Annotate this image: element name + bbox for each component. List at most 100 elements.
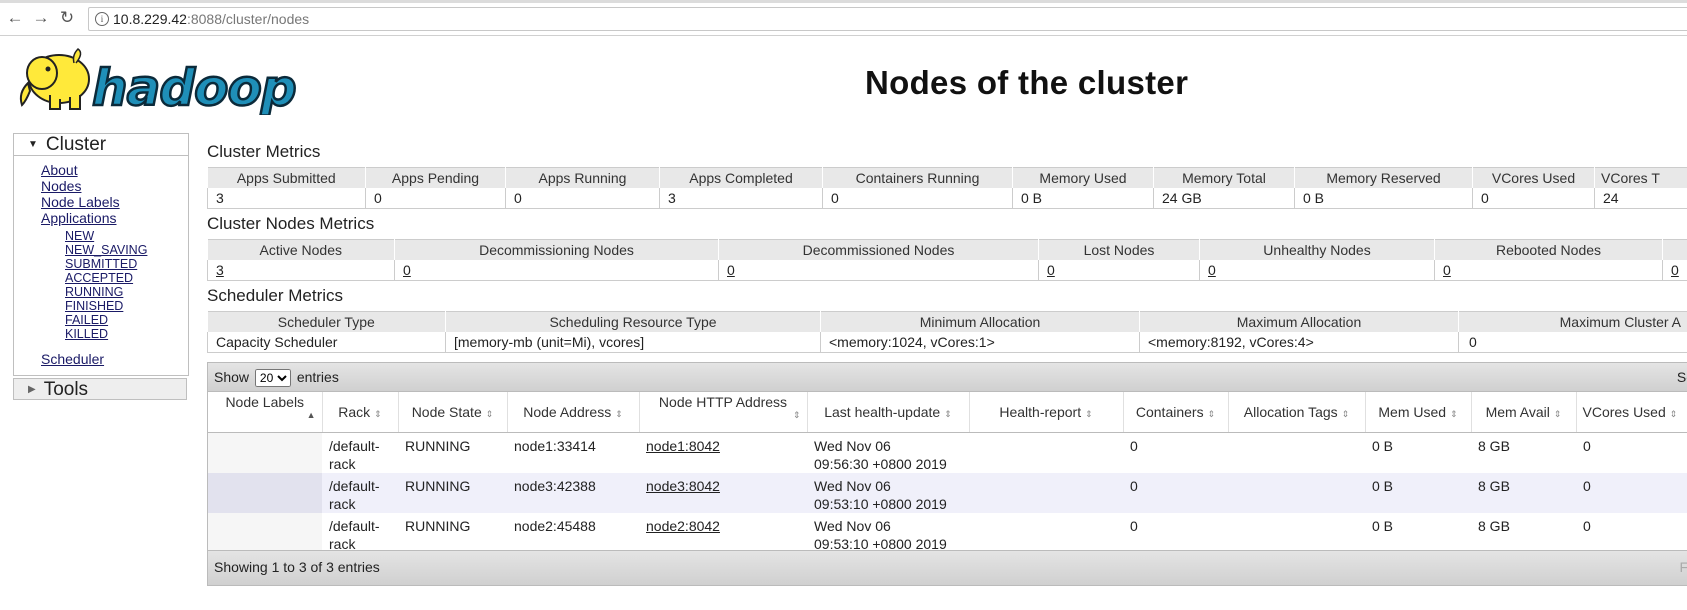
cell-health-report: [969, 473, 1123, 513]
table-info-bar: Showing 1 to 3 of 3 entries F: [208, 550, 1687, 585]
cell-vcores-used: 0: [1576, 473, 1687, 513]
caret-right-icon: ▶: [28, 384, 36, 395]
cell-node-state: RUNNING: [398, 473, 507, 513]
metric-value: 3: [207, 188, 366, 209]
sort-icon: ⇕: [374, 409, 382, 419]
sort-icon: ⇕: [1207, 409, 1216, 419]
sort-icon: ⇕: [944, 409, 952, 419]
page-title: Nodes of the cluster: [865, 64, 1189, 101]
metric-header: Containers Running: [822, 167, 1013, 188]
metric-value: 24 GB: [1153, 188, 1295, 209]
cell-mem-avail: 8 GB: [1471, 513, 1576, 553]
metric-header: Apps Submitted: [207, 167, 366, 188]
sort-asc-icon: ▲: [306, 410, 316, 420]
metric-header: Active Nodes: [207, 239, 395, 260]
metric-header: Decommissioned Nodes: [718, 239, 1039, 260]
cell-containers: 0: [1123, 513, 1228, 553]
column-header-mem-avail[interactable]: Mem Avail ⇕: [1471, 392, 1577, 433]
column-header-vcores-used[interactable]: VCores Used ⇕: [1576, 392, 1687, 433]
tools-nav-header[interactable]: ▶ Tools: [13, 378, 187, 400]
metric-header: VCores T: [1594, 167, 1687, 188]
page-size-select[interactable]: 20: [254, 369, 291, 387]
column-header-allocation-tags[interactable]: Allocation Tags ⇕: [1228, 392, 1366, 433]
app-states-list: NEW NEW_SAVING SUBMITTED ACCEPTED RUNNIN…: [41, 229, 188, 341]
node-http-link[interactable]: node3:8042: [646, 478, 720, 494]
column-header-node-labels[interactable]: Node Labels ▲: [208, 392, 323, 433]
metric-value: <memory:1024, vCores:1>: [820, 332, 1140, 353]
metric-header: Maximum Cluster A: [1458, 311, 1687, 332]
decommissioned-nodes-link[interactable]: 0: [727, 262, 735, 278]
nav-link-app-state[interactable]: KILLED: [65, 327, 188, 341]
nav-link-app-state[interactable]: NEW_SAVING: [65, 243, 188, 257]
nodes-metrics-title: Cluster Nodes Metrics: [207, 214, 375, 233]
metric-header: Apps Pending: [365, 167, 506, 188]
sort-icon: ⇕: [1553, 409, 1562, 419]
shutdown-nodes-link[interactable]: 0: [1671, 262, 1679, 278]
cell-node-address: node2:45488: [507, 513, 639, 553]
nav-link-nodes[interactable]: Nodes: [41, 178, 188, 194]
decommissioning-nodes-link[interactable]: 0: [403, 262, 411, 278]
metric-value: 3: [659, 188, 823, 209]
show-label: Show: [214, 369, 250, 385]
tools-nav-label: Tools: [43, 379, 89, 400]
url-text: 10.8.229.42:8088/cluster/nodes: [113, 11, 310, 27]
cell-last-health-update: Wed Nov 06 09:53:10 +0800 2019: [807, 473, 969, 513]
cluster-nav-header[interactable]: ▼ Cluster: [14, 134, 188, 156]
pagination-first-button[interactable]: F: [1679, 551, 1687, 584]
scheduler-metrics-title: Scheduler Metrics: [207, 286, 344, 305]
cell-vcores-used: 0: [1576, 513, 1687, 553]
nav-link-app-state[interactable]: RUNNING: [65, 285, 188, 299]
nav-link-scheduler[interactable]: Scheduler: [41, 351, 188, 367]
back-icon[interactable]: ←: [6, 9, 24, 27]
metric-header: VCores Used: [1472, 167, 1595, 188]
table-row: /default-rack RUNNING node2:45488 node2:…: [208, 513, 1687, 553]
nav-link-app-state[interactable]: SUBMITTED: [65, 257, 188, 271]
hadoop-logo: hadoop: [14, 43, 314, 118]
caret-down-icon: ▼: [28, 139, 38, 150]
unhealthy-nodes-link[interactable]: 0: [1208, 262, 1216, 278]
column-header-containers[interactable]: Containers ⇕: [1123, 392, 1229, 433]
metric-header: Scheduler Type: [207, 311, 446, 332]
metric-value: 0 B: [1012, 188, 1154, 209]
metric-value: 0: [1472, 188, 1595, 209]
metric-value: 0: [1458, 332, 1687, 353]
column-header-mem-used[interactable]: Mem Used ⇕: [1365, 392, 1472, 433]
cell-node-address: node1:33414: [507, 432, 639, 473]
cell-allocation-tags: [1228, 473, 1365, 513]
column-header-health-report[interactable]: Health-report ⇕: [969, 392, 1124, 433]
forward-icon[interactable]: →: [32, 9, 50, 27]
metric-value: Capacity Scheduler: [207, 332, 446, 353]
column-header-node-state[interactable]: Node State ⇕: [398, 392, 508, 433]
column-header-node-http-address[interactable]: Node HTTP Address ⇕: [639, 392, 808, 433]
active-nodes-link[interactable]: 3: [216, 262, 224, 278]
cell-node-labels: [208, 513, 322, 553]
address-bar[interactable]: i 10.8.229.42:8088/cluster/nodes: [88, 7, 1687, 31]
rebooted-nodes-link[interactable]: 0: [1443, 262, 1451, 278]
cell-last-health-update: Wed Nov 06 09:56:30 +0800 2019: [807, 432, 969, 473]
metric-header: [1662, 239, 1687, 260]
info-icon[interactable]: i: [95, 12, 109, 26]
lost-nodes-link[interactable]: 0: [1047, 262, 1055, 278]
nav-link-app-state[interactable]: FINISHED: [65, 299, 188, 313]
cell-health-report: [969, 513, 1123, 553]
cell-mem-avail: 8 GB: [1471, 432, 1576, 473]
metric-header: Memory Used: [1012, 167, 1154, 188]
nav-link-app-state[interactable]: NEW: [65, 229, 188, 243]
nav-link-app-state[interactable]: ACCEPTED: [65, 271, 188, 285]
column-header-rack[interactable]: Rack ⇕: [322, 392, 399, 433]
browser-toolbar: ← → ↻ i 10.8.229.42:8088/cluster/nodes: [0, 3, 1687, 36]
node-http-link[interactable]: node2:8042: [646, 518, 720, 534]
nav-link-applications[interactable]: Applications: [41, 210, 188, 226]
nav-link-node-labels[interactable]: Node Labels: [41, 194, 188, 210]
nodes-table-panel: Show 20 entries Se Node Labels▲ Rack⇕ No…: [207, 362, 1687, 586]
cell-mem-used: 0 B: [1365, 432, 1471, 473]
metric-value: <memory:8192, vCores:4>: [1139, 332, 1459, 353]
nav-link-app-state[interactable]: FAILED: [65, 313, 188, 327]
table-length-control: Show 20 entries Se: [208, 363, 1687, 392]
node-http-link[interactable]: node1:8042: [646, 438, 720, 454]
nav-link-about[interactable]: About: [41, 162, 188, 178]
column-header-last-health-update[interactable]: Last health-update ⇕: [807, 392, 970, 433]
sort-icon: ⇕: [1085, 409, 1093, 419]
column-header-node-address[interactable]: Node Address ⇕: [507, 392, 640, 433]
reload-icon[interactable]: ↻: [58, 9, 76, 27]
